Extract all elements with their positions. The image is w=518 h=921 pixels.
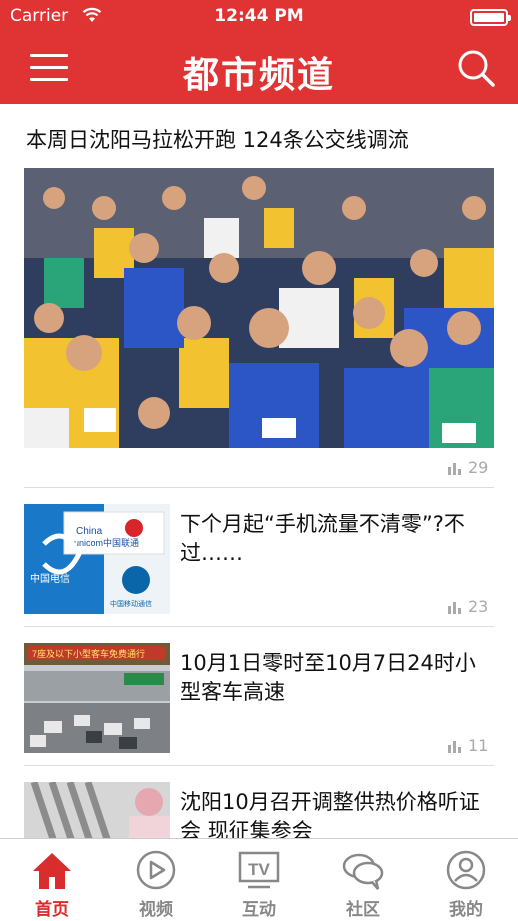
- svg-text:China: China: [76, 526, 103, 537]
- home-icon: [33, 853, 71, 889]
- bar-chart-icon: [448, 462, 461, 475]
- tab-label: 我的: [449, 900, 483, 920]
- tab-label: 首页: [35, 900, 69, 920]
- battery-icon: [470, 9, 511, 26]
- tab-profile[interactable]: 我的: [414, 839, 518, 921]
- news-title: 10月1日零时至10月7日24时小型客车高速: [180, 651, 476, 704]
- nav-bar: 都市频道: [0, 34, 518, 104]
- tv-icon: TV: [238, 851, 280, 889]
- chat-icon: [342, 853, 384, 890]
- tab-bar: 首页 视频 TV 互动 社区 我的: [0, 838, 518, 920]
- news-thumbnail: China unicom中国联通 中国电信 中国移动通信: [24, 504, 170, 614]
- tab-video[interactable]: 视频: [104, 839, 208, 921]
- page-title: 都市频道: [182, 55, 335, 96]
- view-count: 29: [468, 458, 489, 477]
- feature-image[interactable]: [24, 168, 494, 448]
- tab-label: 视频: [139, 900, 173, 920]
- tab-label: 社区: [346, 900, 380, 920]
- tab-label: 互动: [242, 900, 276, 920]
- svg-text:中国电信: 中国电信: [30, 572, 70, 585]
- search-icon: [458, 50, 495, 87]
- news-thumbnail: 7座及以下小型客车免费通行: [24, 643, 170, 753]
- search-button[interactable]: [456, 48, 496, 88]
- status-bar: Carrier 12:44 PM: [0, 0, 518, 34]
- divider: [24, 487, 494, 488]
- feature-headline[interactable]: 本周日沈阳马拉松开跑 124条公交线调流: [26, 124, 409, 154]
- view-count: 11: [468, 736, 489, 755]
- bar-chart-icon: [448, 601, 461, 614]
- tab-interact[interactable]: TV 互动: [207, 839, 311, 921]
- news-views: 11: [448, 736, 488, 755]
- svg-text:unicom中国联通: unicom中国联通: [74, 537, 139, 548]
- tab-community[interactable]: 社区: [311, 839, 415, 921]
- clock: 12:44 PM: [214, 6, 304, 26]
- feature-views: 29: [448, 458, 488, 477]
- divider: [24, 765, 494, 766]
- play-icon: [136, 850, 176, 890]
- tab-home[interactable]: 首页: [0, 839, 104, 921]
- bar-chart-icon: [448, 740, 461, 753]
- view-count: 23: [468, 597, 489, 616]
- divider: [24, 626, 494, 627]
- news-title: 下个月起“手机流量不清零”?不过……: [180, 512, 465, 565]
- telecom-logos-image: China unicom中国联通 中国电信 中国移动通信: [24, 504, 170, 614]
- svg-text:中国移动通信: 中国移动通信: [110, 599, 152, 608]
- highway-image: 7座及以下小型客车免费通行: [24, 643, 170, 753]
- svg-text:TV: TV: [248, 860, 270, 879]
- user-icon: [446, 850, 486, 890]
- news-views: 23: [448, 597, 488, 616]
- svg-text:7座及以下小型客车免费通行: 7座及以下小型客车免费通行: [32, 648, 145, 659]
- marathon-crowd-image: [24, 168, 494, 448]
